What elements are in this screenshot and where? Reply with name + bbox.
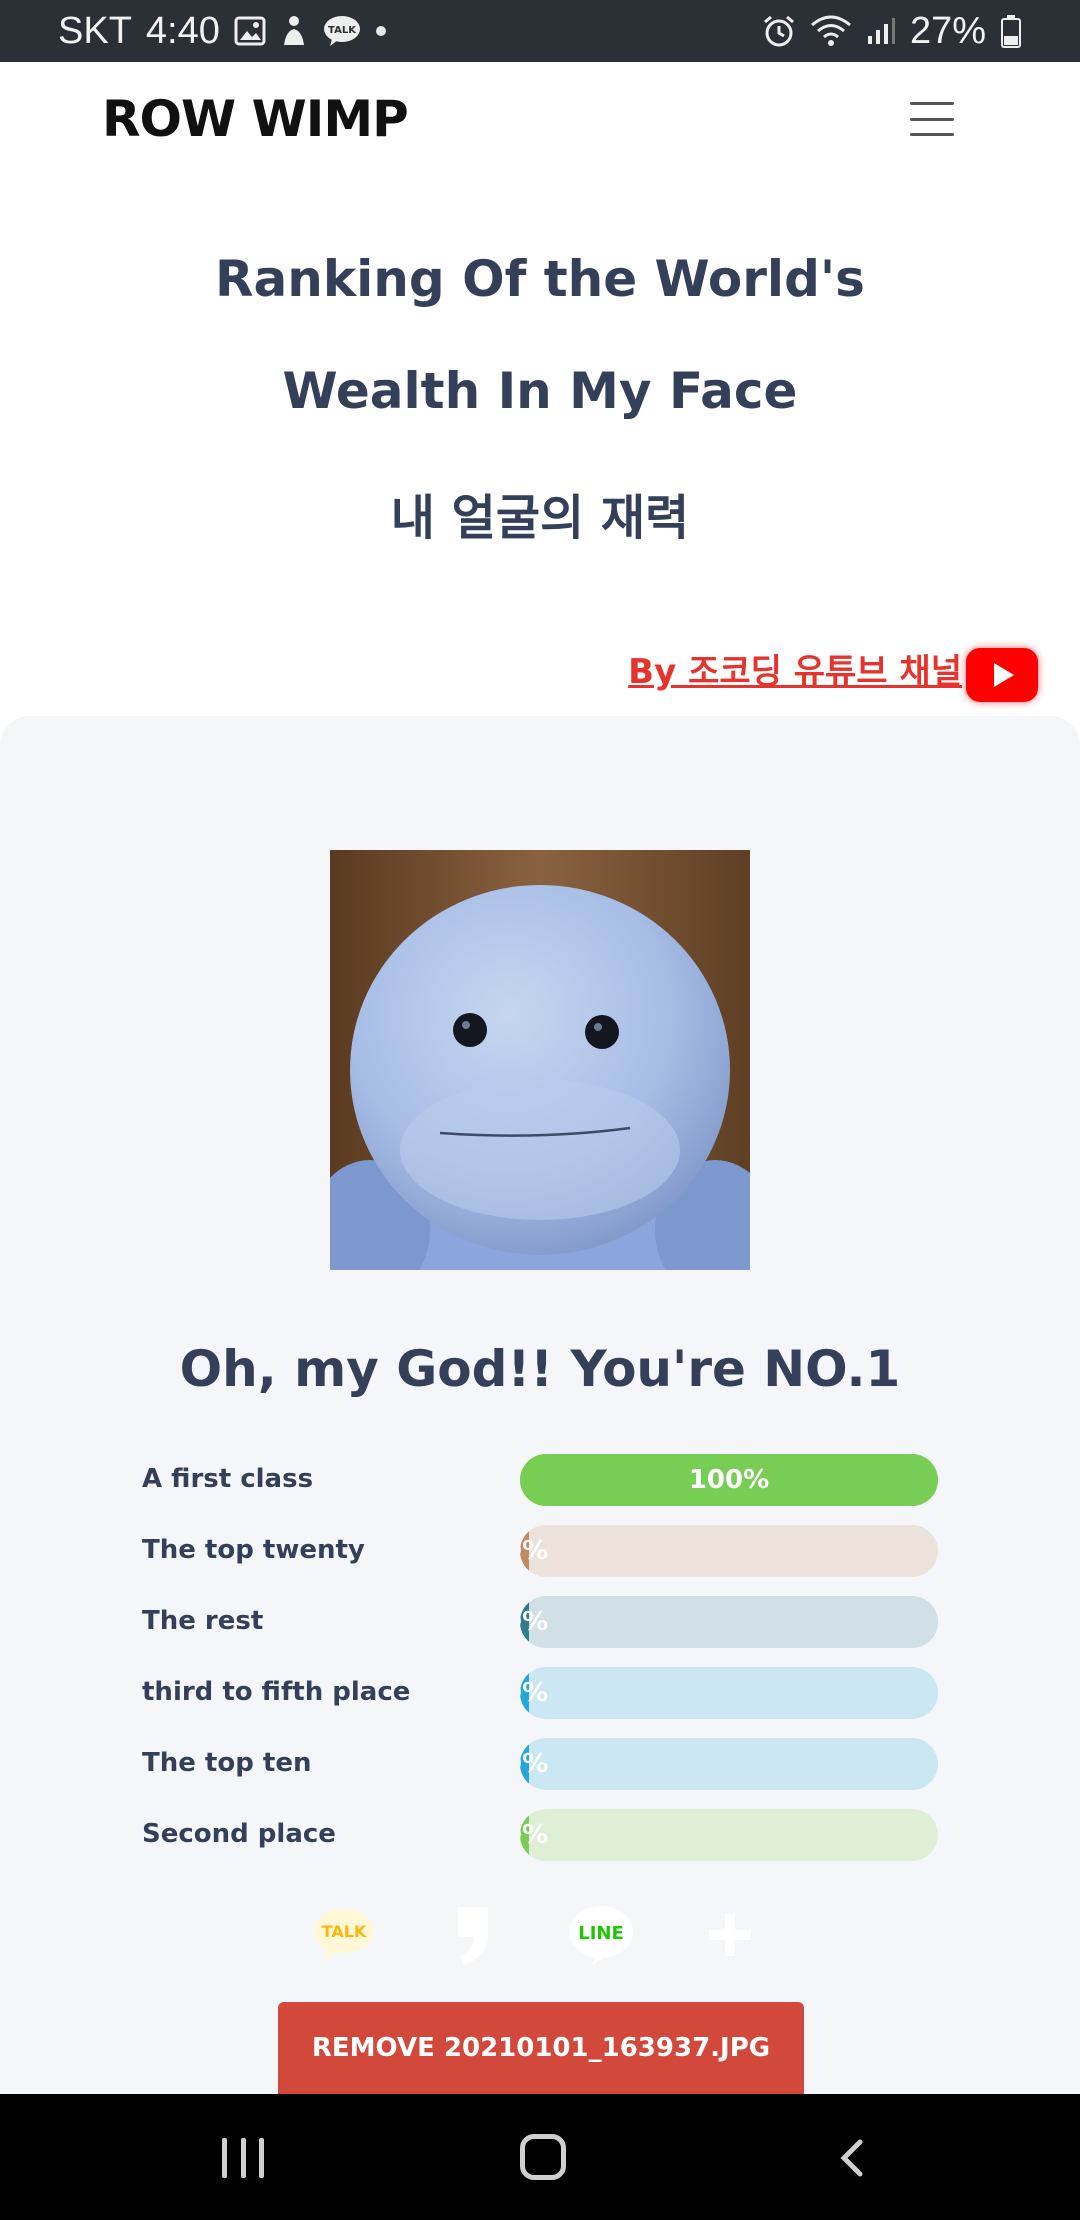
remove-photo-button[interactable]: REMOVE 20210101_163937.JPG [278,2002,804,2094]
result-bar-label: The rest [142,1606,264,1636]
plus-icon [709,1914,751,1956]
youtube-icon[interactable] [966,648,1038,702]
result-bar-track: 0% [520,1667,938,1719]
line-icon: LINE [569,1906,633,1966]
kakaotalk-icon: TALK [314,1909,374,1961]
kakaotalk-icon: TALK [322,15,362,47]
brand-logo[interactable]: ROW WIMP [102,90,409,148]
home-icon[interactable] [520,2134,566,2180]
svg-text:LINE: LINE [578,1923,624,1944]
result-bar-row: The top ten 0% [142,1738,942,1790]
kakaotalk-share-button[interactable]: TALK [289,1880,399,1990]
carrier-label: SKT [58,9,132,52]
page-title-line-2: Wealth In My Face [282,362,798,420]
accessibility-icon [280,15,308,47]
youtube-channel-link[interactable]: By 조코딩 유튜브 채널 [628,644,962,693]
kakaostory-share-button[interactable] [418,1880,528,1990]
gallery-icon [234,16,266,46]
result-bar-percent: 0% [520,1536,549,1566]
result-bar-row: A first class 100% [142,1454,942,1506]
android-nav-bar [0,2094,1080,2220]
result-bar-track: 0% [520,1738,938,1790]
result-bar-row: The top twenty 0% [142,1525,942,1577]
page-title-korean: 내 얼굴의 재력 [390,490,690,546]
recent-apps-icon[interactable] [222,2138,264,2178]
result-bar-percent: 0% [520,1678,549,1708]
page-title-line-1: Ranking Of the World's [215,250,865,308]
kakaostory-icon [458,1907,488,1965]
result-bar-label: The top ten [142,1748,312,1778]
battery-label: 27% [909,9,986,52]
result-bar-row: third to fifth place 0% [142,1667,942,1719]
battery-icon [1000,14,1022,48]
more-share-button[interactable] [675,1880,785,1990]
result-bar-percent: 0% [520,1749,549,1779]
status-bar: SKT 4:40 TALK 27% [0,0,1080,62]
svg-text:TALK: TALK [322,1922,367,1941]
hamburger-icon[interactable] [910,102,954,136]
result-headline: Oh, my God!! You're NO.1 [179,1340,901,1398]
dot-icon [375,26,386,36]
alarm-icon [762,14,796,48]
result-bar-track: 0% [520,1596,938,1648]
result-bar-track: 100% [520,1454,938,1506]
uploaded-face-photo [330,850,750,1270]
time-label: 4:40 [145,9,220,52]
result-bar-label: The top twenty [142,1535,365,1565]
result-bar-label: Second place [142,1819,336,1849]
top-navbar: ROW WIMP [0,62,1080,182]
svg-text:TALK: TALK [328,25,357,36]
result-bar-label: third to fifth place [142,1677,411,1707]
back-icon[interactable] [832,2138,872,2178]
result-bar-row: Second place 0% [142,1809,942,1861]
result-bar-percent: 0% [520,1820,549,1850]
line-share-button[interactable]: LINE [546,1880,656,1990]
result-bar-row: The rest 0% [142,1596,942,1648]
result-bar-label: A first class [142,1464,314,1494]
result-bar-percent: 0% [520,1607,549,1637]
result-bar-track: 0% [520,1809,938,1861]
signal-icon [866,16,896,46]
result-bar-percent: 100% [688,1465,770,1495]
result-bar-track: 0% [520,1525,938,1577]
wifi-icon [810,15,852,47]
